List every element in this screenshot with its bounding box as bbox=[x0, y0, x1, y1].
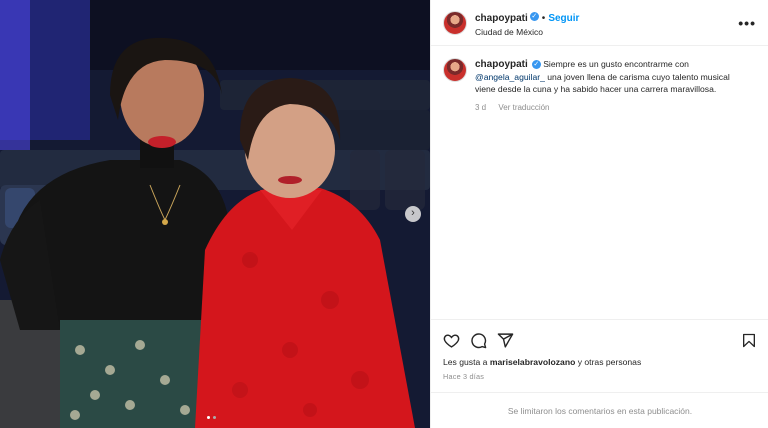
photo-scene bbox=[0, 0, 430, 428]
caption-text-pre: Siempre es un gusto encontrarme con bbox=[543, 59, 689, 69]
likes-summary: Les gusta a mariselabravolozano y otras … bbox=[443, 357, 757, 367]
carousel-dots bbox=[205, 416, 217, 419]
caption: chapoypati ✓ Siempre es un gusto encontra… bbox=[431, 46, 768, 114]
username-link[interactable]: chapoypati bbox=[475, 13, 528, 24]
chevron-right-icon: › bbox=[411, 207, 415, 219]
verified-badge-icon: ✓ bbox=[529, 12, 539, 22]
caption-body: chapoypati ✓ Siempre es un gusto encontra… bbox=[475, 58, 745, 114]
translate-link[interactable]: Ver traducción bbox=[498, 103, 549, 112]
likes-user-link[interactable]: mariselabravolozano bbox=[490, 357, 576, 367]
post-side-panel: chapoypati ✓ • Seguir Ciudad de México ••• … bbox=[430, 0, 768, 428]
header-text: chapoypati ✓ • Seguir Ciudad de México bbox=[475, 7, 579, 38]
follow-button[interactable]: Seguir bbox=[548, 13, 579, 24]
caption-username[interactable]: chapoypati bbox=[475, 59, 528, 70]
carousel-dot-active bbox=[206, 416, 210, 419]
heart-icon[interactable] bbox=[443, 332, 460, 349]
share-icon[interactable] bbox=[497, 332, 514, 349]
caption-age: 3 d bbox=[475, 102, 487, 112]
post-header: chapoypati ✓ • Seguir Ciudad de México ••• bbox=[431, 0, 768, 46]
verified-badge-icon: ✓ bbox=[531, 60, 541, 70]
action-icons bbox=[443, 329, 757, 351]
more-options-icon[interactable]: ••• bbox=[738, 15, 756, 31]
avatar[interactable] bbox=[443, 10, 467, 35]
caption-meta: 3 d Ver traducción bbox=[475, 102, 745, 114]
caption-avatar[interactable] bbox=[443, 58, 467, 82]
caption-mention[interactable]: @angela_aguilar_ bbox=[475, 72, 545, 82]
post-actions: Les gusta a mariselabravolozano y otras … bbox=[431, 319, 768, 381]
post-photo[interactable]: › bbox=[0, 0, 430, 428]
bookmark-icon[interactable] bbox=[741, 332, 757, 349]
comment-icon[interactable] bbox=[470, 332, 487, 349]
carousel-dot bbox=[212, 416, 216, 419]
carousel-next-button[interactable]: › bbox=[405, 206, 421, 222]
location-link[interactable]: Ciudad de México bbox=[475, 27, 579, 38]
likes-prefix: Les gusta a bbox=[443, 357, 488, 367]
comments-disabled-notice: Se limitaron los comentarios en esta pub… bbox=[431, 392, 768, 428]
likes-suffix[interactable]: y otras personas bbox=[578, 357, 642, 367]
post-timestamp[interactable]: Hace 3 días bbox=[443, 372, 757, 381]
separator-dot: • bbox=[541, 13, 546, 25]
